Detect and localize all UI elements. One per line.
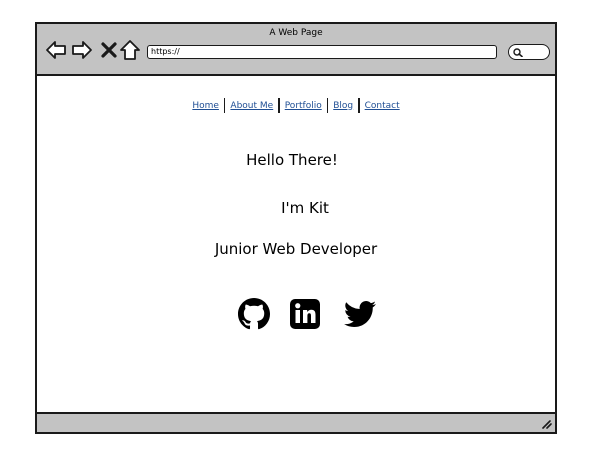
nav-separator (223, 98, 226, 113)
nav-link-blog[interactable]: Blog (330, 101, 356, 111)
greeting-heading: Hello There! (246, 151, 338, 169)
search-icon (513, 48, 523, 57)
home-icon (120, 40, 140, 60)
github-icon[interactable] (238, 298, 270, 334)
role-heading: Junior Web Developer (214, 240, 378, 258)
nav-separator (358, 98, 360, 113)
nav-separator (326, 98, 329, 113)
nav-link-portfolio[interactable]: Portfolio (282, 101, 325, 111)
nav-link-home[interactable]: Home (189, 101, 222, 111)
nav-separator (278, 98, 280, 113)
nav-link-contact[interactable]: Contact (362, 101, 403, 111)
resize-grip-icon[interactable] (540, 417, 552, 429)
nav-link-about-me[interactable]: About Me (227, 101, 276, 111)
social-links (37, 298, 555, 332)
url-input[interactable]: https:// (147, 45, 497, 59)
name-heading: I'm Kit (281, 199, 329, 217)
twitter-icon[interactable] (344, 298, 376, 334)
forward-button[interactable] (71, 39, 93, 61)
stop-button[interactable] (98, 39, 120, 61)
back-button[interactable] (45, 39, 67, 61)
page-content: Home About Me Portfolio Blog Contact Hello T… (37, 76, 555, 414)
home-button[interactable] (119, 39, 141, 61)
navigation-bar: Home About Me Portfolio Blog Contact (37, 98, 555, 113)
linkedin-icon[interactable] (289, 298, 321, 334)
status-bar (37, 412, 555, 432)
browser-toolbar: A Web Page https:// (37, 24, 555, 76)
back-arrow-icon (46, 41, 66, 59)
window-title: A Web Page (269, 28, 323, 38)
browser-window: A Web Page https:// Home About Me Portfo… (35, 22, 557, 434)
forward-arrow-icon (72, 41, 92, 59)
search-button[interactable] (508, 44, 550, 60)
stop-icon (101, 42, 117, 58)
